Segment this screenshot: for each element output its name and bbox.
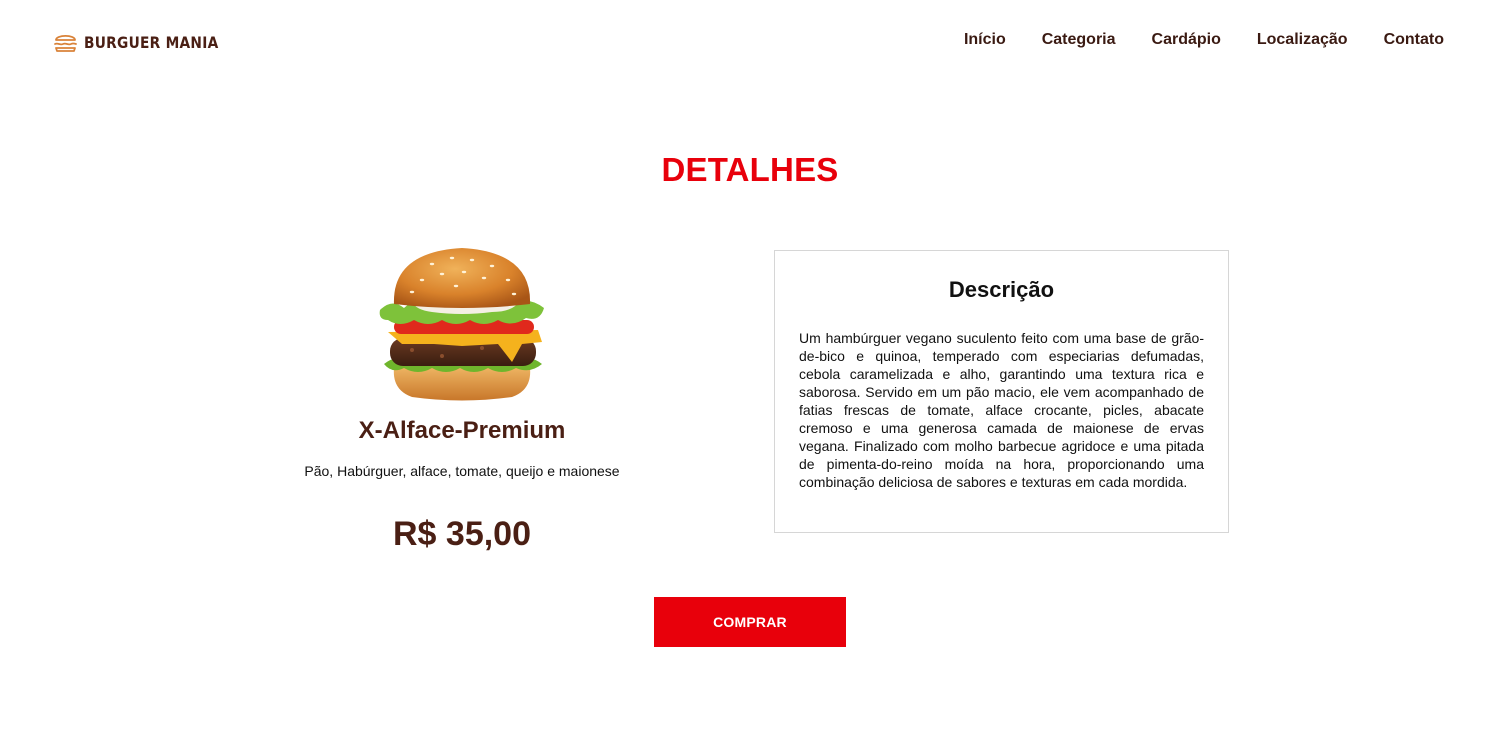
product-price: R$ 35,00	[393, 515, 531, 553]
site-header: BURGUER MANIA Início Categoria Cardápio …	[0, 0, 1500, 84]
main-nav: Início Categoria Cardápio Localização Co…	[964, 31, 1444, 49]
burger-icon	[54, 34, 77, 52]
section-title: DETALHES	[661, 151, 839, 188]
nav-cardapio[interactable]: Cardápio	[1152, 31, 1221, 49]
page: BURGUER MANIA Início Categoria Cardápio …	[0, 0, 1500, 739]
nav-categoria[interactable]: Categoria	[1042, 31, 1116, 49]
description-box: Descrição Um hambúrguer vegano suculento…	[774, 250, 1229, 533]
product-card: X-Alface-Premium Pão, Habúrguer, alface,…	[262, 240, 662, 554]
product-name: X-Alface-Premium	[358, 417, 566, 444]
brand-logo[interactable]: BURGUER MANIA	[53, 30, 240, 54]
nav-localizacao[interactable]: Localização	[1257, 31, 1348, 49]
brand-name: BURGUER MANIA	[84, 32, 219, 52]
nav-contato[interactable]: Contato	[1384, 31, 1444, 49]
description-title: Descrição	[948, 277, 1055, 302]
description-text: Um hambúrguer vegano suculento feito com…	[799, 330, 1204, 490]
nav-inicio[interactable]: Início	[964, 31, 1006, 49]
burger-image	[379, 248, 544, 401]
product-ingredients: Pão, Habúrguer, alface, tomate, queijo e…	[304, 463, 620, 479]
buy-button[interactable]: COMPRAR	[654, 597, 846, 647]
